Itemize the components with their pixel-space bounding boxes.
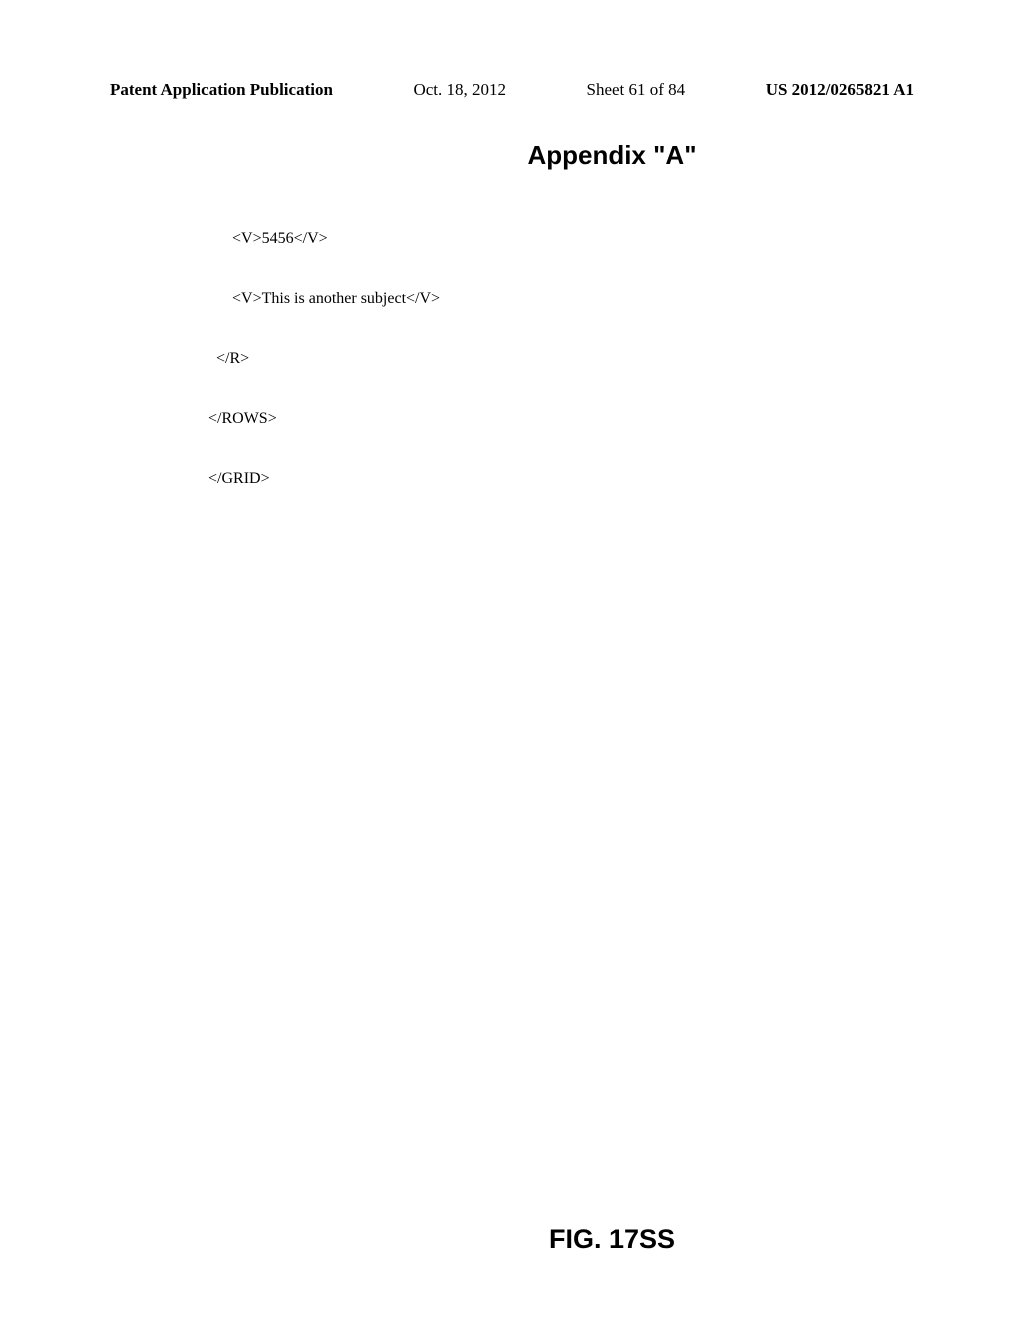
code-line: </GRID>	[200, 469, 914, 489]
page-header: Patent Application Publication Oct. 18, …	[110, 80, 914, 100]
figure-label: FIG. 17SS	[200, 1224, 1024, 1255]
code-line: </R>	[200, 349, 914, 369]
patent-page: Patent Application Publication Oct. 18, …	[0, 0, 1024, 1320]
publication-date: Oct. 18, 2012	[413, 80, 506, 100]
publication-type: Patent Application Publication	[110, 80, 333, 100]
appendix-title: Appendix "A"	[310, 140, 914, 171]
code-snippet: <V>5456</V> <V>This is another subject</…	[200, 189, 914, 529]
publication-number: US 2012/0265821 A1	[766, 80, 914, 100]
code-line: <V>This is another subject</V>	[200, 289, 914, 309]
code-line: <V>5456</V>	[200, 229, 914, 249]
code-line: </ROWS>	[200, 409, 914, 429]
sheet-info: Sheet 61 of 84	[587, 80, 686, 100]
